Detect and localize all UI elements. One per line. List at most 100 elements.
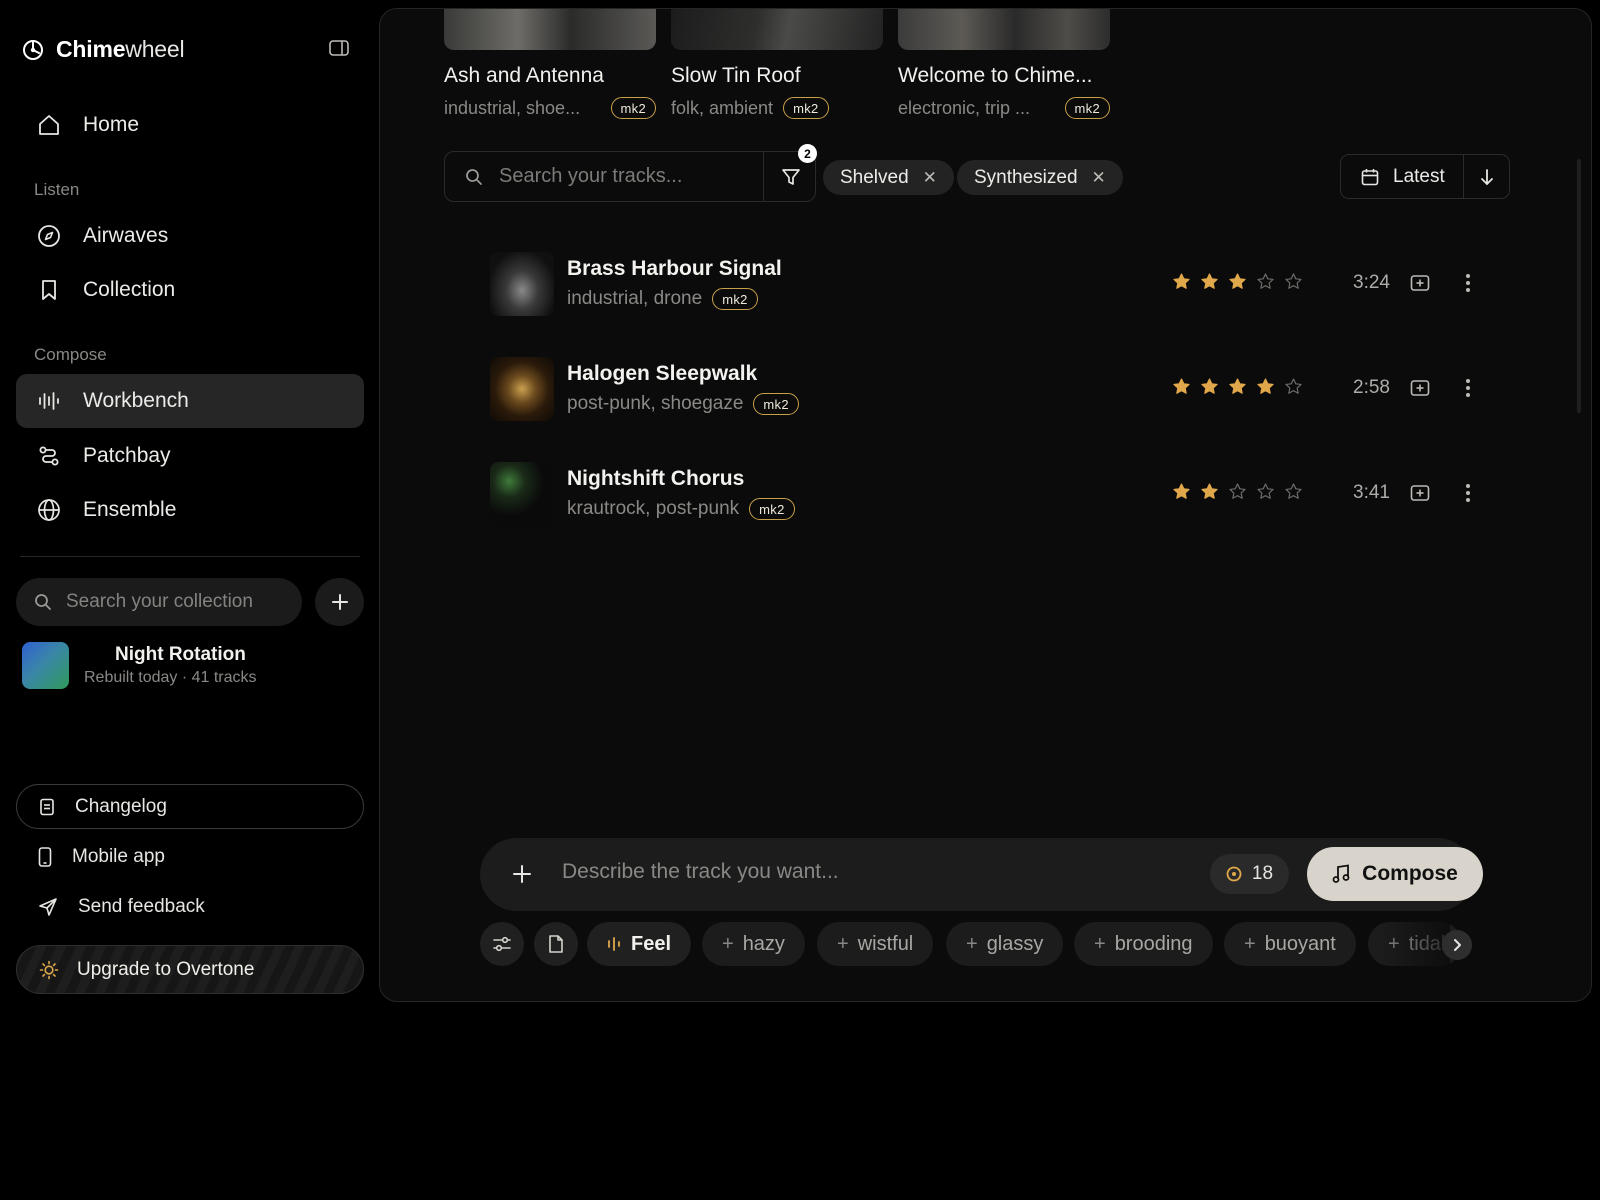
calendar-icon [1361, 168, 1379, 186]
track-title: Nightshift Chorus [567, 467, 745, 490]
star-filled-icon[interactable] [1200, 482, 1219, 501]
changelog-button[interactable]: Changelog [16, 784, 364, 829]
featured-card[interactable]: Slow Tin Roof folk, ambient mk2 [671, 9, 883, 119]
sort-select[interactable]: Latest [1341, 166, 1463, 188]
track-duration: 3:24 [1353, 272, 1390, 293]
track-tags: industrial, drone [567, 288, 703, 309]
star-filled-icon[interactable] [1228, 272, 1247, 291]
lyrics-document-button[interactable] [534, 922, 578, 966]
coin-icon [1226, 866, 1242, 882]
collection-search-input[interactable] [66, 591, 286, 613]
nav-ensemble[interactable]: Ensemble [16, 483, 364, 537]
mood-chip[interactable]: + buoyant [1224, 922, 1356, 966]
section-label-compose: Compose [34, 345, 107, 364]
star-rating[interactable] [1172, 482, 1303, 501]
mood-label: hazy [742, 932, 785, 955]
playlist-item[interactable]: Night Rotation Rebuilt today · 41 tracks [22, 642, 257, 689]
scrollbar[interactable] [1577, 159, 1581, 413]
nav-home-label: Home [83, 113, 140, 136]
upgrade-button[interactable]: Upgrade to Overtone [16, 945, 364, 994]
nav-collection-label: Collection [83, 278, 176, 301]
model-badge: mk2 [1064, 97, 1110, 119]
star-empty-icon[interactable] [1284, 482, 1303, 501]
star-rating[interactable] [1172, 377, 1303, 396]
star-rating[interactable] [1172, 272, 1303, 291]
add-to-playlist-icon[interactable] [1410, 379, 1430, 397]
route-icon [36, 443, 62, 469]
credits-count: 18 [1251, 863, 1274, 884]
star-filled-icon[interactable] [1200, 272, 1219, 291]
close-icon[interactable]: ✕ [923, 168, 937, 188]
search-icon [465, 168, 483, 186]
model-badge: mk2 [749, 498, 795, 520]
nav-patchbay-label: Patchbay [83, 444, 171, 467]
mobile-app-link[interactable]: Mobile app [38, 846, 165, 868]
compose-button[interactable]: Compose [1307, 847, 1483, 901]
more-options-icon[interactable] [1465, 378, 1471, 398]
more-options-icon[interactable] [1465, 273, 1471, 293]
more-options-icon[interactable] [1465, 483, 1471, 503]
send-feedback-link[interactable]: Send feedback [38, 896, 205, 918]
track-search-input[interactable] [499, 165, 749, 188]
collection-search[interactable] [16, 578, 302, 626]
feel-button[interactable]: Feel [587, 922, 691, 966]
add-to-playlist-icon[interactable] [1410, 274, 1430, 292]
section-label-listen: Listen [34, 180, 80, 199]
filter-button[interactable]: 2 [763, 144, 817, 201]
card-tags: industrial, shoe... [444, 97, 581, 118]
star-filled-icon[interactable] [1256, 377, 1275, 396]
nav-home[interactable]: Home [16, 98, 364, 152]
brand[interactable]: Chimewheel [22, 36, 185, 63]
mood-chip[interactable]: + glassy [946, 922, 1064, 966]
nav-ensemble-label: Ensemble [83, 498, 177, 521]
document-icon [39, 798, 55, 816]
brand-name: Chimewheel [56, 36, 185, 62]
star-empty-icon[interactable] [1228, 482, 1247, 501]
nav-airwaves[interactable]: Airwaves [16, 209, 364, 263]
star-empty-icon[interactable] [1284, 377, 1303, 396]
card-artwork [671, 9, 883, 50]
main-panel: Ash and Antenna industrial, shoe... mk2 S… [379, 8, 1592, 1002]
mood-chip[interactable]: + wistful [817, 922, 934, 966]
nav-collection[interactable]: Collection [16, 263, 364, 317]
mood-chip[interactable]: + brooding [1074, 922, 1213, 966]
card-tags: folk, ambient [671, 97, 774, 118]
star-filled-icon[interactable] [1172, 482, 1191, 501]
arrow-down-icon [1479, 168, 1495, 186]
model-badge: mk2 [783, 97, 829, 119]
star-empty-icon[interactable] [1256, 482, 1275, 501]
star-filled-icon[interactable] [1172, 377, 1191, 396]
close-icon[interactable]: ✕ [1092, 168, 1106, 188]
mood-label: wistful [857, 932, 914, 955]
sort-direction-button[interactable] [1463, 155, 1509, 198]
track-search[interactable]: 2 [444, 144, 817, 202]
star-empty-icon[interactable] [1284, 272, 1303, 291]
mood-chip[interactable]: + hazy [702, 922, 805, 966]
nav-workbench[interactable]: Workbench [16, 374, 364, 428]
card-artwork [444, 9, 656, 50]
featured-card[interactable]: Welcome to Chime... electronic, trip ...… [898, 9, 1110, 119]
track-row[interactable]: Halogen Sleepwalk post-punk, shoegaze mk2… [490, 357, 1480, 421]
track-row[interactable]: Brass Harbour Signal industrial, drone mk… [490, 252, 1480, 316]
nav-patchbay[interactable]: Patchbay [16, 429, 364, 483]
star-filled-icon[interactable] [1172, 272, 1191, 291]
track-artwork [490, 357, 554, 421]
add-playlist-button[interactable] [315, 578, 364, 626]
sort-label: Latest [1393, 165, 1445, 187]
attach-plus-icon[interactable] [510, 862, 534, 886]
star-empty-icon[interactable] [1256, 272, 1275, 291]
track-tags: krautrock, post-punk [567, 498, 740, 519]
settings-sliders-button[interactable] [480, 922, 524, 966]
track-row[interactable]: Nightshift Chorus krautrock, post-punk mk… [490, 462, 1480, 526]
mood-scroll-next-button[interactable] [1442, 930, 1472, 960]
filter-chip-synthesized[interactable]: Synthesized ✕ [957, 160, 1123, 195]
track-prompt-input[interactable] [562, 860, 1162, 884]
star-filled-icon[interactable] [1200, 377, 1219, 396]
playlist-cover [22, 642, 69, 689]
sidebar-toggle-icon[interactable] [328, 38, 350, 58]
playlist-meta: Rebuilt today · 41 tracks [84, 669, 257, 686]
filter-chip-shelved[interactable]: Shelved ✕ [823, 160, 954, 195]
add-to-playlist-icon[interactable] [1410, 484, 1430, 502]
featured-card[interactable]: Ash and Antenna industrial, shoe... mk2 [444, 9, 656, 119]
star-filled-icon[interactable] [1228, 377, 1247, 396]
